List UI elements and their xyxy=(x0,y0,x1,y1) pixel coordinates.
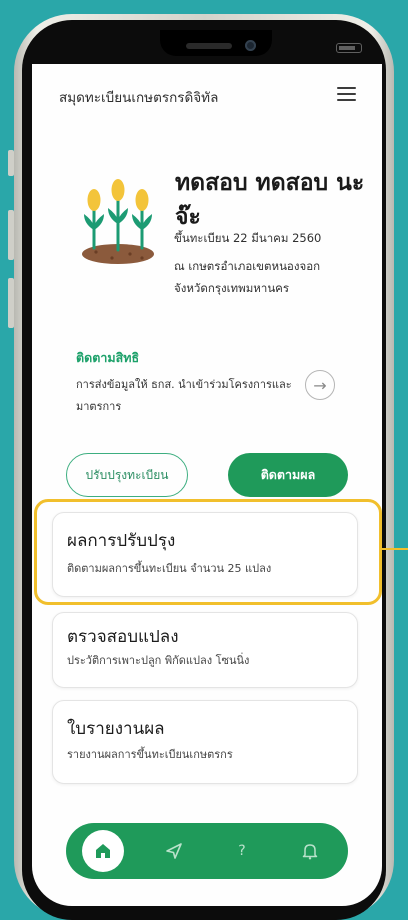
card-title: ใบรายงานผล xyxy=(67,719,165,739)
arrow-right-icon[interactable]: → xyxy=(305,370,335,400)
card-subtitle: รายงานผลการขึ้นทะเบียนเกษตรกร xyxy=(67,748,233,761)
phone-speaker xyxy=(186,43,232,49)
registration-date: ขึ้นทะเบียน 22 มีนาคม 2560 xyxy=(174,231,322,245)
farmer-name: ทดสอบ ทดสอบ นะจ๊ะ xyxy=(175,170,365,230)
registration-office: ณ เกษตรอำเภอเขตหนองจอก xyxy=(174,259,321,273)
phone-side-button xyxy=(8,210,14,260)
registration-province: จังหวัดกรุงเทพมหานคร xyxy=(174,281,290,295)
crop-illustration-icon xyxy=(82,179,154,264)
app-title: สมุดทะเบียนเกษตรกรดิจิทัล xyxy=(59,90,219,106)
home-icon xyxy=(96,844,110,858)
card-title: ตรวจสอบแปลง xyxy=(67,627,179,647)
card-subtitle: ประวัติการเพาะปลูก พิกัดแปลง โซนนิ่ง xyxy=(67,654,250,667)
bottom-navigation: ? xyxy=(66,823,348,879)
nav-help[interactable]: ? xyxy=(230,839,254,863)
hamburger-menu-icon[interactable] xyxy=(337,86,357,102)
phone-side-button xyxy=(8,278,14,328)
battery-icon xyxy=(336,43,362,53)
update-registration-button[interactable]: ปรับปรุงทะเบียน xyxy=(66,453,188,497)
card-check-plots[interactable]: ตรวจสอบแปลง ประวัติการเพาะปลูก พิกัดแปลง… xyxy=(52,612,358,688)
rights-tracking-title: ติดตามสิทธิ xyxy=(76,350,140,365)
rights-tracking-description: การส่งข้อมูลให้ ธกส. นำเข้าร่วมโครงการแล… xyxy=(76,378,292,413)
send-icon xyxy=(166,843,182,859)
app-screen: สมุดทะเบียนเกษตรกรดิจิทัล ทดสอบ ทดสอบ นะ… xyxy=(32,64,382,906)
card-report[interactable]: ใบรายงานผล รายงานผลการขึ้นทะเบียนเกษตรกร xyxy=(52,700,358,784)
track-results-button[interactable]: ติดตามผล xyxy=(228,453,348,497)
highlight-callout-frame xyxy=(34,499,382,605)
front-camera xyxy=(245,40,256,51)
phone-side-button xyxy=(8,150,14,176)
help-icon: ? xyxy=(238,843,246,859)
nav-notifications[interactable] xyxy=(298,839,322,863)
nav-send[interactable] xyxy=(162,839,186,863)
bell-icon xyxy=(302,844,318,860)
callout-pointer-line xyxy=(382,548,408,550)
nav-home[interactable] xyxy=(82,830,124,872)
